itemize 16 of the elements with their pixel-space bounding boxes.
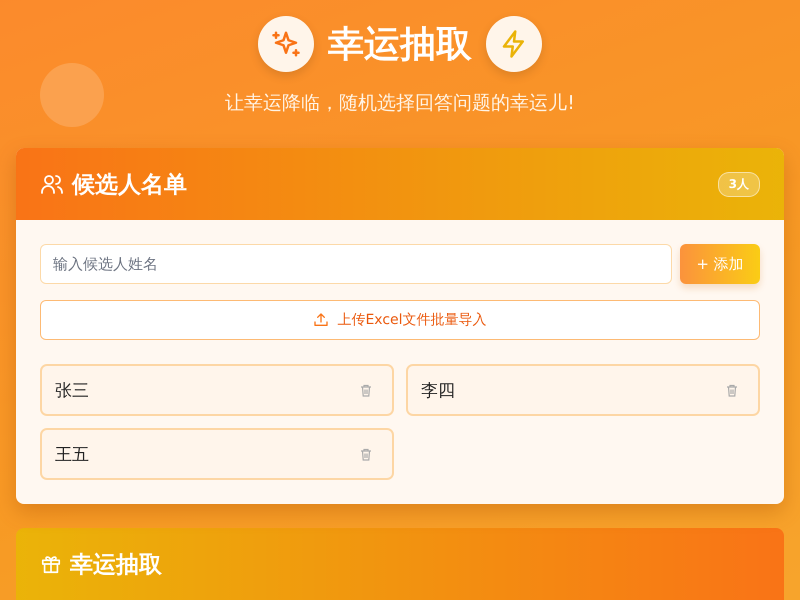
card-title: 幸运抽取 <box>70 550 162 580</box>
candidate-name: 李四 <box>421 380 455 402</box>
upload-icon <box>313 312 330 328</box>
count-badge: 3人 <box>718 172 760 196</box>
candidate-name: 张三 <box>55 380 89 402</box>
card-title: 候选人名单 <box>72 170 187 200</box>
name-input-field[interactable]: 输入候选人姓名 <box>40 244 672 284</box>
trash-icon[interactable] <box>360 448 372 460</box>
upload-button[interactable]: 上传Excel文件批量导入 <box>40 300 760 340</box>
trash-icon[interactable] <box>360 384 372 396</box>
candidate-name: 王五 <box>55 444 89 466</box>
page-title: 幸运抽取 <box>328 22 472 66</box>
add-button[interactable]: + 添加 <box>680 244 760 284</box>
subtitle: 让幸运降临，随机选择回答问题的幸运儿! <box>225 91 575 116</box>
users-icon <box>40 172 64 196</box>
trash-icon[interactable] <box>726 384 738 396</box>
